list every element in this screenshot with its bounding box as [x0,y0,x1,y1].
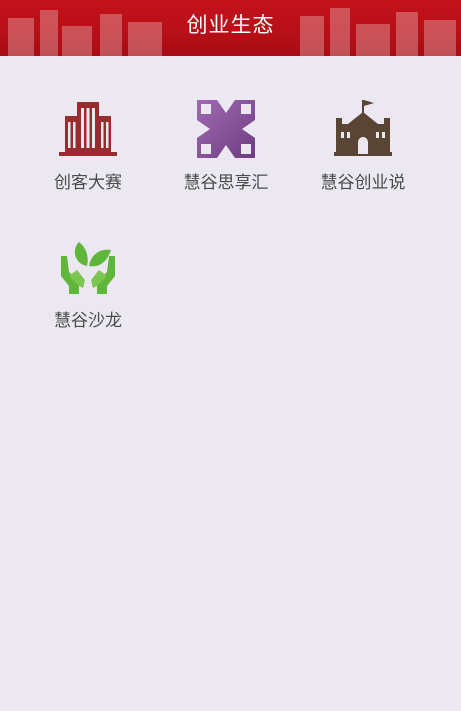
hands-leaf-icon [61,242,115,294]
tile-label: 慧谷创业说 [320,173,406,193]
tile-huigu-chuangyeshuo[interactable]: 慧谷创业说 [298,98,428,194]
tile-huigu-shalong[interactable]: 慧谷沙龙 [23,236,153,332]
cross-x-icon [197,100,255,158]
header-bar: 创业生态 [0,0,461,56]
tile-chuangke-dasai[interactable]: 创客大赛 [23,98,153,194]
tile-label: 慧谷沙龙 [54,311,122,331]
page-title: 创业生态 [186,13,275,37]
tile-label: 慧谷思享汇 [183,173,269,193]
tile-label: 创客大赛 [54,173,122,193]
castle-building-icon [334,100,392,156]
tile-huigu-sixianghui[interactable]: 慧谷思享汇 [161,98,291,194]
office-building-icon [59,102,117,156]
